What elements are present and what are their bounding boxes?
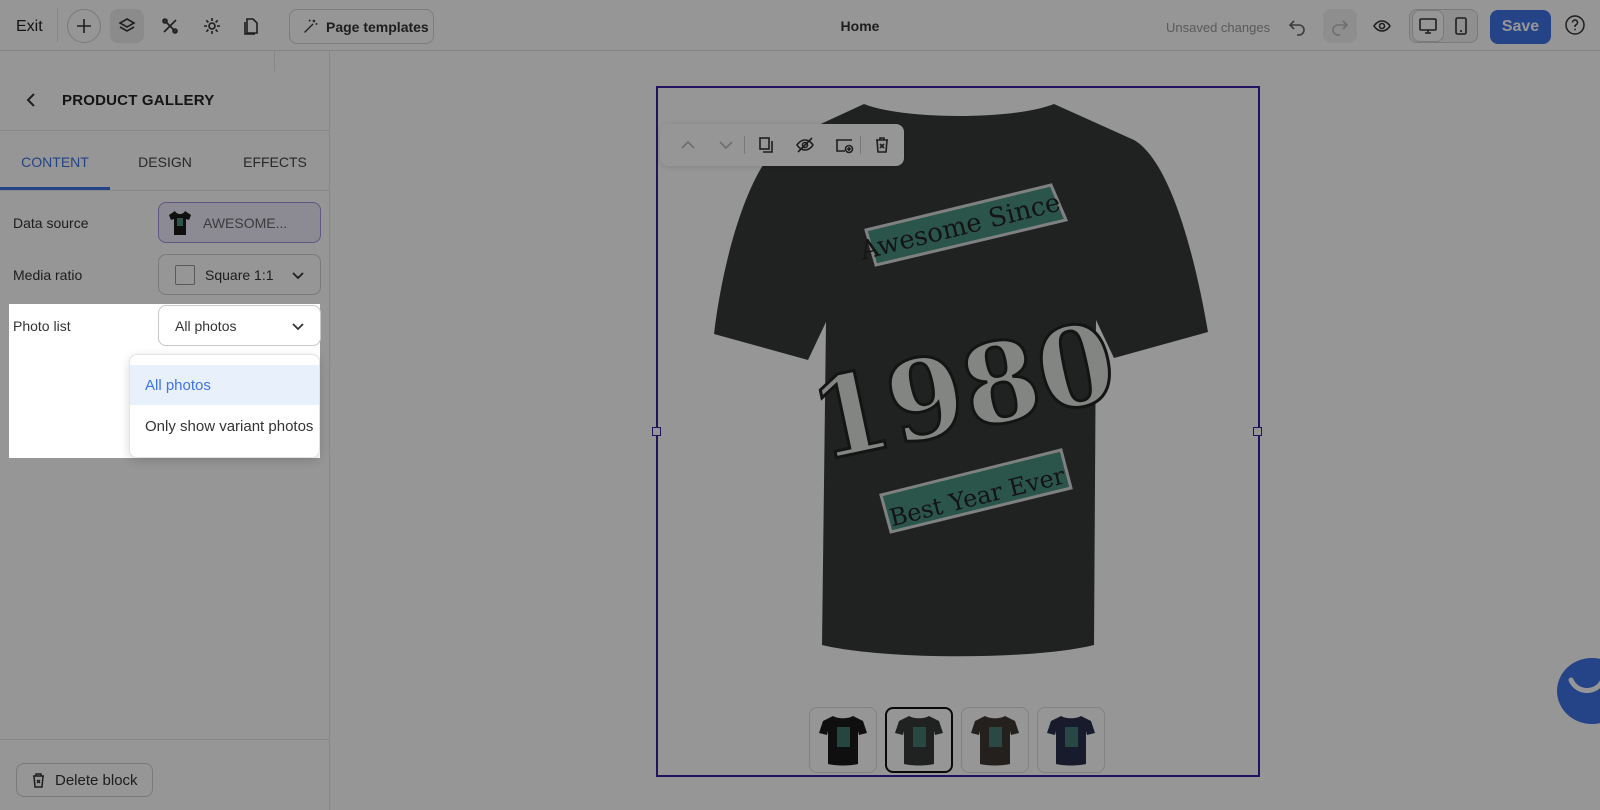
photo-list-label: Photo list [13, 318, 71, 334]
photo-list-value: All photos [175, 317, 237, 334]
dropdown-option-all-photos[interactable]: All photos [130, 365, 319, 405]
dropdown-option-variant-photos[interactable]: Only show variant photos [130, 406, 319, 446]
photo-list-dropdown: All photos Only show variant photos [129, 354, 320, 458]
chevron-down-icon [292, 323, 304, 331]
photo-list-select[interactable]: All photos [158, 305, 321, 346]
